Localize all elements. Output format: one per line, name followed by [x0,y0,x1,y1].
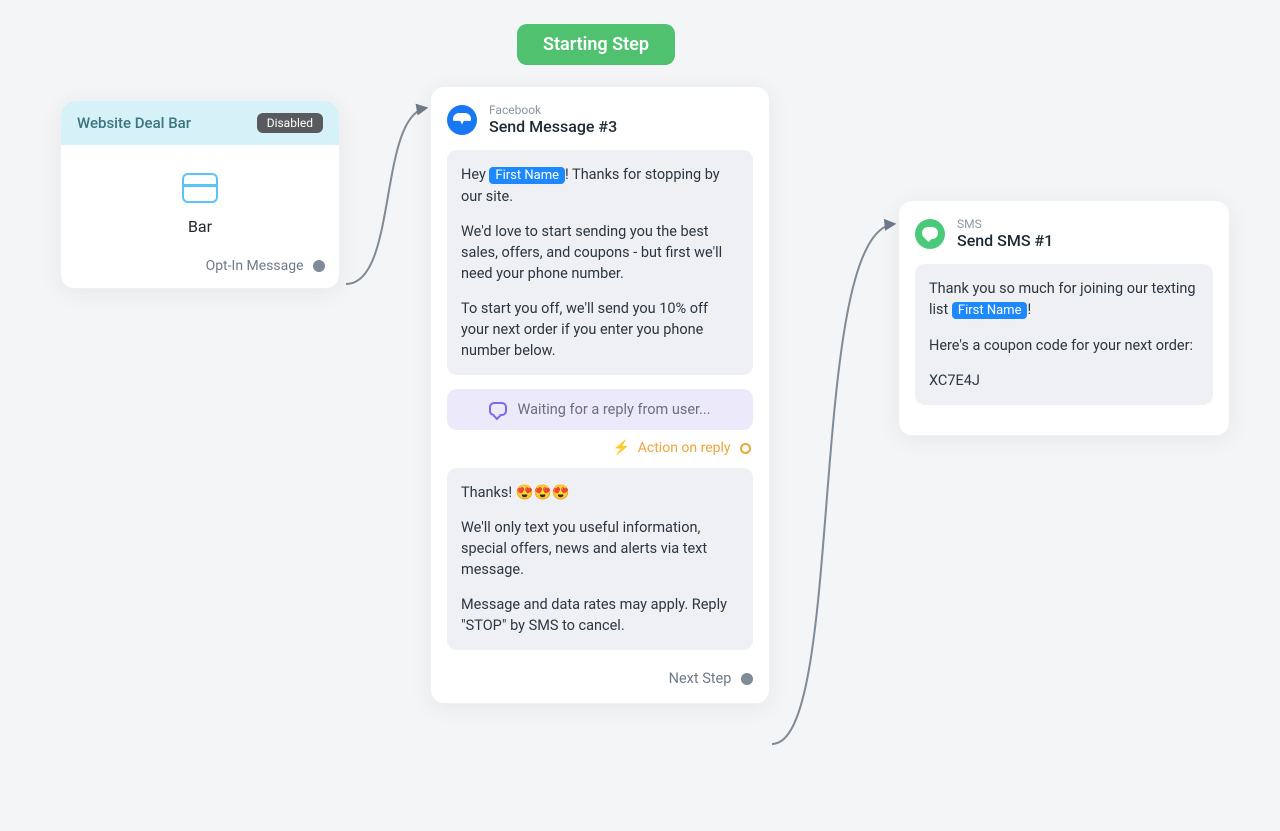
chat-bubble-icon [489,402,507,416]
waiting-for-reply-block[interactable]: Waiting for a reply from user... [447,389,753,430]
node-title: Send SMS #1 [957,231,1053,250]
node-header: SMS Send SMS #1 [915,217,1213,250]
starting-step-pill: Starting Step [517,24,675,65]
node-output-row[interactable]: Opt-In Message [61,250,339,288]
bolt-icon: ⚡ [613,440,630,456]
messenger-icon [447,105,477,135]
node-body: Bar [61,145,339,250]
node-title: Send Message #3 [489,117,617,136]
node-website-deal-bar[interactable]: Website Deal Bar Disabled Bar Opt-In Mes… [60,100,340,289]
node-title: Website Deal Bar [77,114,191,132]
connector-optin-to-message [338,86,438,296]
node-header: Website Deal Bar Disabled [61,101,339,145]
output-port[interactable] [313,260,325,272]
node-send-message[interactable]: Facebook Send Message #3 Hey First Name!… [430,86,770,704]
node-send-sms[interactable]: SMS Send SMS #1 Thank you so much for jo… [898,200,1230,436]
merge-tag-first-name[interactable]: First Name [952,302,1028,319]
browser-bar-icon [182,173,218,203]
action-on-reply-row[interactable]: ⚡ Action on reply [447,440,753,456]
bar-label: Bar [77,217,323,236]
merge-tag-first-name[interactable]: First Name [489,167,565,184]
output-label: Opt-In Message [206,258,304,274]
message-block-1[interactable]: Hey First Name! Thanks for stopping by o… [447,150,753,375]
channel-label: Facebook [489,103,617,117]
status-badge: Disabled [257,113,323,133]
node-output-row[interactable]: Next Step [447,664,753,687]
connector-nextstep-to-sms [766,214,906,754]
message-block-2[interactable]: Thanks! 😍😍😍 We'll only text you useful i… [447,468,753,650]
action-port[interactable] [740,443,751,454]
output-label: Next Step [669,670,732,687]
node-header: Facebook Send Message #3 [447,103,753,136]
output-port[interactable] [741,673,753,685]
sms-icon [915,219,945,249]
channel-label: SMS [957,217,1053,231]
sms-message-block[interactable]: Thank you so much for joining our textin… [915,264,1213,405]
